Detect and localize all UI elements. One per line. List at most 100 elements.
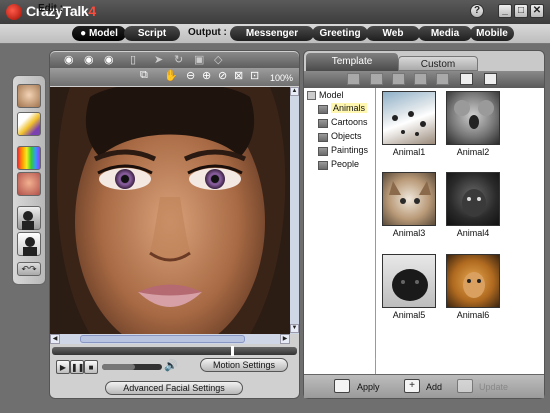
thumbnail-animal2[interactable]: [446, 91, 500, 145]
eye-preview-2-icon[interactable]: ◉: [84, 53, 94, 66]
thumbnail-label: Animal4: [456, 228, 490, 238]
update-icon[interactable]: [457, 379, 473, 393]
vertical-scrollbar[interactable]: ▲ ▼: [290, 87, 299, 334]
face-image: [50, 87, 290, 334]
help-button[interactable]: ?: [470, 4, 484, 18]
view-mode-icon[interactable]: [460, 73, 473, 85]
face-fit-icon[interactable]: [17, 84, 41, 108]
thumbnail-label: Animal1: [392, 147, 426, 157]
model-root-icon: [307, 91, 316, 100]
undo-redo-icon[interactable]: ↶↷: [17, 262, 41, 276]
apply-icon[interactable]: [334, 379, 350, 393]
background-icon[interactable]: [17, 232, 41, 256]
cut-icon[interactable]: [370, 73, 383, 85]
thumbnail-animal1[interactable]: [382, 91, 436, 145]
tree-root-label[interactable]: Model: [319, 90, 344, 100]
thumbnail-animal3[interactable]: [382, 172, 436, 226]
fit-icon[interactable]: ⧉: [140, 69, 148, 82]
puppy-image: [392, 269, 428, 301]
tab-custom[interactable]: Custom: [398, 56, 478, 71]
eye-preview-icon[interactable]: ◉: [64, 53, 74, 66]
tree-item-animals[interactable]: Animals: [331, 103, 368, 113]
new-folder-icon[interactable]: [347, 73, 360, 85]
timeline-knob[interactable]: [231, 346, 234, 356]
add-icon[interactable]: +: [404, 379, 420, 393]
erase-icon[interactable]: ◇: [214, 53, 222, 66]
timeline-bar[interactable]: [52, 346, 297, 356]
play-button[interactable]: ▶: [56, 360, 70, 374]
edit-label: Edit :: [38, 3, 63, 14]
page-icon[interactable]: ▯: [130, 53, 136, 66]
eye-brush-icon[interactable]: [17, 112, 41, 136]
folder-icon: [318, 147, 328, 156]
gorilla-image: [462, 189, 486, 217]
pause-button[interactable]: ❚❚: [70, 360, 84, 374]
dalmatian-image: [392, 111, 426, 136]
maximize-button[interactable]: □: [514, 4, 528, 18]
horizontal-scrollbar[interactable]: ◀ ▶: [50, 334, 290, 344]
tab-template[interactable]: Template: [306, 53, 398, 71]
zoom-level: 100%: [270, 73, 294, 83]
thumbnail-label: Animal3: [392, 228, 426, 238]
tab-web[interactable]: Web: [366, 26, 420, 41]
eye-preview-3-icon[interactable]: ◉: [104, 53, 114, 66]
tab-messenger[interactable]: Messenger: [230, 26, 314, 41]
reset-icon[interactable]: ⊘: [218, 69, 227, 82]
profile-icon[interactable]: [17, 206, 41, 230]
lion-image: [463, 272, 485, 298]
face-photo[interactable]: [50, 87, 290, 334]
scroll-left-icon[interactable]: ◀: [50, 334, 60, 344]
copy-icon[interactable]: [392, 73, 405, 85]
thumbnail-animal6[interactable]: [446, 254, 500, 308]
tab-script[interactable]: Script: [124, 26, 180, 41]
motion-settings-button[interactable]: Motion Settings: [200, 358, 288, 372]
thumbnail-animal4[interactable]: [446, 172, 500, 226]
scroll-down-icon[interactable]: ▼: [290, 324, 299, 333]
folder-icon: [318, 161, 328, 170]
add-button[interactable]: Add: [426, 382, 442, 392]
hand-pan-icon[interactable]: ✋: [164, 69, 178, 82]
tree-item-people[interactable]: People: [331, 159, 359, 169]
person-silhouette-icon: [22, 211, 34, 230]
mouth-setup-icon[interactable]: [17, 172, 41, 196]
color-palette-icon[interactable]: [17, 146, 41, 170]
tab-mobile[interactable]: Mobile: [470, 26, 514, 41]
folder-icon: [318, 105, 328, 114]
actual-size-icon[interactable]: ⊡: [250, 69, 259, 82]
tree-item-cartoons[interactable]: Cartoons: [331, 117, 368, 127]
tab-media[interactable]: Media: [418, 26, 472, 41]
scroll-thumb[interactable]: [80, 335, 245, 343]
save-library-icon[interactable]: [484, 73, 497, 85]
portrait-icon: [23, 237, 37, 256]
paste-icon[interactable]: [414, 73, 427, 85]
tree-item-objects[interactable]: Objects: [331, 131, 362, 141]
folder-icon: [318, 119, 328, 128]
rotate-icon[interactable]: ↻: [174, 53, 183, 66]
zoom-in-icon[interactable]: ⊕: [202, 69, 211, 82]
save-icon[interactable]: ▣: [194, 53, 204, 66]
fit-window-icon[interactable]: ⊠: [234, 69, 243, 82]
koala-image: [454, 100, 494, 129]
cursor-icon[interactable]: ➤: [154, 53, 163, 66]
apply-button[interactable]: Apply: [357, 382, 380, 392]
scroll-up-icon[interactable]: ▲: [290, 87, 299, 96]
thumbnail-animal5[interactable]: [382, 254, 436, 308]
zoom-out-icon[interactable]: ⊖: [186, 69, 195, 82]
update-button[interactable]: Update: [479, 382, 508, 392]
volume-slider[interactable]: [102, 364, 162, 370]
thumbnail-label: Animal2: [456, 147, 490, 157]
close-button[interactable]: ✕: [530, 4, 544, 18]
tab-model[interactable]: ● Model: [72, 26, 126, 41]
advanced-facial-settings-button[interactable]: Advanced Facial Settings: [105, 381, 243, 395]
viewer-toolbar: ⧉ ✋ ⊖ ⊕ ⊘ ⊠ ⊡: [50, 68, 299, 86]
tree-item-paintings[interactable]: Paintings: [331, 145, 368, 155]
category-tree: Model Animals Cartoons Objects Paintings…: [304, 88, 376, 374]
minimize-button[interactable]: _: [498, 4, 512, 18]
thumbnail-gallery: Animal1 Animal2 Animal3 Animal4 Animal5 …: [376, 88, 544, 374]
stop-button[interactable]: ■: [84, 360, 98, 374]
delete-icon[interactable]: [436, 73, 449, 85]
speaker-icon[interactable]: 🔊: [164, 359, 178, 372]
scroll-right-icon[interactable]: ▶: [280, 334, 290, 344]
thumbnail-label: Animal5: [392, 310, 426, 320]
tab-greeting[interactable]: Greeting: [312, 26, 368, 41]
